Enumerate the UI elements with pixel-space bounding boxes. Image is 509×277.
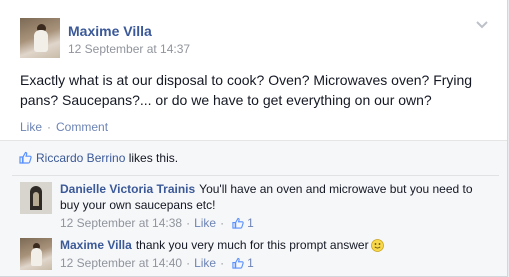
post-actions: Like · Comment	[20, 120, 108, 134]
separator-dot: ·	[186, 216, 191, 230]
post-card: Maxime Villa 12 September at 14:37 Exact…	[0, 0, 508, 277]
comment-like-count[interactable]: 1	[247, 216, 254, 230]
likes-summary: Riccardo Berrino likes this.	[19, 151, 178, 165]
avatar-figure-body	[31, 248, 42, 266]
thumbs-up-icon	[19, 151, 32, 164]
separator-dot: ·	[186, 256, 191, 270]
comment-like-link[interactable]: Like	[194, 256, 216, 270]
post-author-name[interactable]: Maxime Villa	[68, 23, 152, 39]
comment-like-count[interactable]: 1	[247, 256, 254, 270]
smiley-icon	[370, 239, 384, 252]
comment-body: Danielle Victoria Trainis You'll have an …	[60, 181, 480, 231]
avatar-figure-body	[34, 30, 48, 52]
comment-like-link[interactable]: Like	[194, 216, 216, 230]
separator-dot: ·	[220, 256, 225, 270]
comment-avatar[interactable]	[20, 238, 52, 270]
feedback-section: Riccardo Berrino likes this. Danielle Vi…	[0, 140, 507, 276]
divider	[12, 175, 499, 176]
comment-body: Maxime Villa thank you very much for this…	[60, 237, 480, 271]
comment-author[interactable]: Danielle Victoria Trainis	[60, 182, 195, 196]
comment-meta: 12 September at 14:38 · Like · 1	[60, 215, 480, 231]
thumbs-up-icon	[232, 257, 244, 269]
comment-author[interactable]: Maxime Villa	[60, 238, 132, 252]
avatar-arch-window	[33, 192, 39, 206]
comment-timestamp[interactable]: 12 September at 14:38	[60, 216, 182, 230]
comment-timestamp[interactable]: 12 September at 14:40	[60, 256, 182, 270]
post-text: Exactly what is at our disposal to cook?…	[20, 72, 473, 108]
comment-avatar[interactable]	[20, 182, 52, 214]
author-avatar[interactable]	[20, 18, 60, 58]
comment-link[interactable]: Comment	[56, 120, 108, 134]
separator-dot: ·	[220, 216, 225, 230]
comment-meta: 12 September at 14:40 · Like · 1	[60, 255, 480, 271]
post-timestamp[interactable]: 12 September at 14:37	[68, 42, 190, 56]
liker-name[interactable]: Riccardo Berrino	[36, 151, 125, 165]
thumbs-up-icon	[232, 217, 244, 229]
separator-dot: ·	[47, 120, 52, 134]
like-link[interactable]: Like	[20, 120, 42, 134]
likes-suffix: likes this.	[128, 151, 179, 165]
chevron-down-icon[interactable]	[475, 19, 489, 31]
comment-text: thank you very much for this prompt answ…	[135, 238, 369, 252]
